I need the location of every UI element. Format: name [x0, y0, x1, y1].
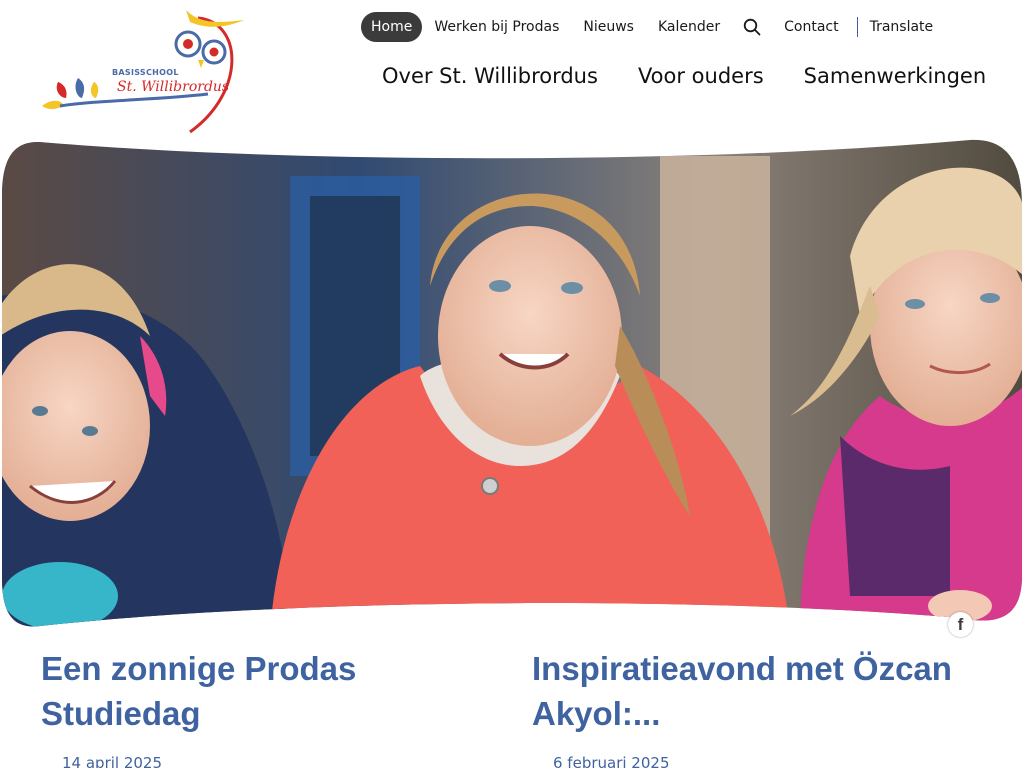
news-title[interactable]: Een zonnige Prodas Studiedag — [41, 646, 481, 736]
nav-home[interactable]: Home — [361, 12, 423, 42]
news-date: 6 februari 2025 — [553, 754, 670, 768]
facebook-icon[interactable]: f — [948, 612, 973, 637]
nav-divider — [856, 17, 858, 37]
news-card[interactable]: Een zonnige Prodas Studiedag 14 april 20… — [41, 646, 481, 768]
nav-werken-bij-prodas[interactable]: Werken bij Prodas — [422, 12, 571, 42]
hero-image — [2, 139, 1022, 627]
hero-photo: f — [0, 136, 1024, 637]
news-title[interactable]: Inspiratieavond met Özcan Akyol:... — [532, 646, 972, 736]
main-navigation: Over St. Willibrordus Voor ouders Samenw… — [382, 64, 986, 88]
nav-nieuws[interactable]: Nieuws — [571, 12, 646, 42]
school-logo[interactable]: BASISSCHOOL St. Willibrordus — [38, 2, 250, 138]
news-card[interactable]: Inspiratieavond met Özcan Akyol:... 6 fe… — [532, 646, 972, 768]
top-navigation: Home Werken bij Prodas Nieuws Kalender C… — [361, 11, 945, 43]
search-icon[interactable] — [732, 18, 772, 36]
logo-school-type: BASISSCHOOL — [112, 68, 179, 77]
logo-school-name: St. Willibrordus — [117, 79, 230, 95]
nav-over-st-willibrordus[interactable]: Over St. Willibrordus — [382, 64, 598, 88]
nav-samenwerkingen[interactable]: Samenwerkingen — [804, 64, 986, 88]
nav-voor-ouders[interactable]: Voor ouders — [638, 64, 764, 88]
translate-link[interactable]: Translate — [862, 12, 946, 42]
nav-contact[interactable]: Contact — [772, 12, 850, 42]
news-date: 14 april 2025 — [62, 754, 163, 768]
nav-kalender[interactable]: Kalender — [646, 12, 732, 42]
